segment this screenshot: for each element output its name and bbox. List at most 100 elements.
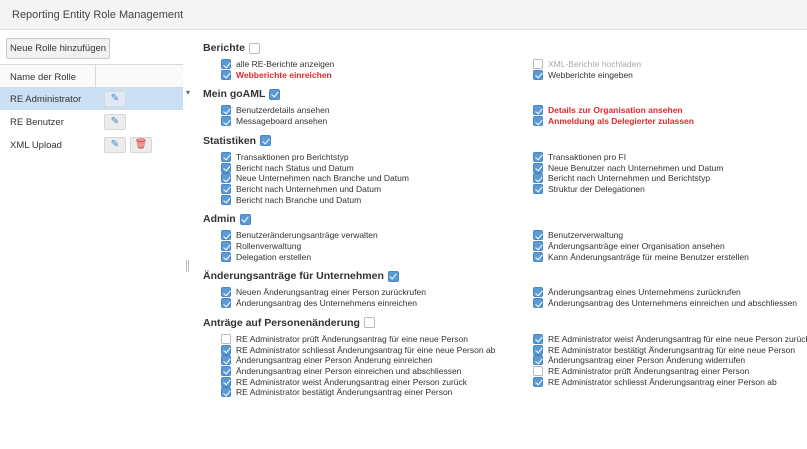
checked-checkbox[interactable] xyxy=(221,194,231,205)
unchecked-checkbox[interactable] xyxy=(221,333,231,344)
permission-item[interactable]: Neue Benutzer nach Unternehmen und Datum xyxy=(533,162,723,173)
checked-checkbox[interactable] xyxy=(533,183,543,194)
checked-checkbox[interactable] xyxy=(387,270,399,282)
permission-label: RE Administrator weist Änderungsantrag e… xyxy=(236,376,468,387)
checked-checkbox[interactable] xyxy=(533,241,543,251)
permission-item[interactable]: Bericht nach Unternehmen und Berichtstyp xyxy=(533,173,710,184)
checked-checkbox[interactable] xyxy=(533,116,543,127)
permission-item[interactable]: RE Administrator weist Änderungsantrag f… xyxy=(533,333,807,344)
permission-label: RE Administrator bestätigt Änderungsantr… xyxy=(548,344,796,355)
permission-item[interactable]: Transaktionen pro Berichtstyp xyxy=(221,151,349,162)
permission-item[interactable]: Änderungsantrag des Unternehmens einreic… xyxy=(533,298,797,309)
checked-checkbox[interactable] xyxy=(221,162,231,173)
permission-item[interactable]: Benutzerverwaltung xyxy=(533,230,624,241)
role-name-column-header: Name der Rolle xyxy=(10,72,76,83)
permission-item[interactable]: Transaktionen pro FI xyxy=(533,151,626,162)
permission-item[interactable]: RE Administrator prüft Änderungsantrag f… xyxy=(221,333,468,344)
permission-item[interactable]: Details zur Organisation ansehen xyxy=(533,105,683,116)
permission-item[interactable]: Struktur der Delegationen xyxy=(533,183,645,194)
role-row[interactable]: RE Administrator ✎ xyxy=(0,88,183,110)
checked-checkbox[interactable] xyxy=(221,151,231,162)
checked-checkbox[interactable] xyxy=(221,173,231,184)
checked-checkbox[interactable] xyxy=(221,69,231,80)
permission-item[interactable]: Änderungsantrag einer Person einreichen … xyxy=(221,365,461,376)
trash-icon[interactable]: 🗑 xyxy=(130,137,152,153)
checked-checkbox[interactable] xyxy=(221,105,231,116)
checked-checkbox[interactable] xyxy=(533,344,543,355)
permission-item[interactable]: RE Administrator schliesst Änderungsantr… xyxy=(533,376,777,387)
permission-item[interactable]: Neue Unternehmen nach Branche und Datum xyxy=(221,173,409,184)
add-role-button[interactable]: Neue Rolle hinzufügen xyxy=(6,38,110,59)
permission-item[interactable]: Webberichte eingeben xyxy=(533,69,633,80)
permission-item[interactable]: Bericht nach Branche und Datum xyxy=(221,194,361,205)
permission-item[interactable]: RE Administrator weist Änderungsantrag e… xyxy=(221,376,468,387)
checked-checkbox[interactable] xyxy=(221,251,231,262)
checked-checkbox[interactable] xyxy=(533,333,543,344)
edit-icon[interactable]: ✎ xyxy=(104,91,126,107)
permission-item[interactable]: RE Administrator schliesst Änderungsantr… xyxy=(221,344,495,355)
permission-label: Kann Änderungsanträge für meine Benutzer… xyxy=(548,251,749,262)
checked-checkbox[interactable] xyxy=(533,251,543,262)
unchecked-checkbox[interactable] xyxy=(363,317,375,329)
edit-icon[interactable]: ✎ xyxy=(104,137,126,153)
permission-item[interactable]: Änderungsantrag eines Unternehmens zurüc… xyxy=(533,287,741,298)
permission-item[interactable]: Kann Änderungsanträge für meine Benutzer… xyxy=(533,251,749,262)
permission-label: Struktur der Delegationen xyxy=(548,183,645,194)
checked-checkbox[interactable] xyxy=(221,59,231,69)
permission-item[interactable]: Bericht nach Status und Datum xyxy=(221,162,354,173)
permission-item[interactable]: Rollenverwaltung xyxy=(221,241,301,251)
checked-checkbox[interactable] xyxy=(221,287,231,298)
permission-item[interactable]: Benutzerdetails ansehen xyxy=(221,105,330,116)
checked-checkbox[interactable] xyxy=(221,183,231,194)
checked-checkbox[interactable] xyxy=(533,105,543,116)
permission-item[interactable]: Neuen Änderungsantrag einer Person zurüc… xyxy=(221,287,426,298)
checked-checkbox[interactable] xyxy=(221,241,231,251)
permission-item[interactable]: Änderungsanträge einer Organisation anse… xyxy=(533,241,725,251)
checked-checkbox[interactable] xyxy=(533,230,543,241)
permission-label: Benutzerverwaltung xyxy=(548,230,624,241)
permission-item[interactable]: Änderungsantrag einer Person Änderung ei… xyxy=(221,355,433,366)
permission-item[interactable]: Bericht nach Unternehmen und Datum xyxy=(221,183,382,194)
checked-checkbox[interactable] xyxy=(533,355,543,366)
unchecked-checkbox[interactable] xyxy=(249,42,261,54)
permission-item[interactable]: Benutzeränderungsanträge verwalten xyxy=(221,230,378,241)
checked-checkbox[interactable] xyxy=(221,230,231,241)
checked-checkbox[interactable] xyxy=(533,287,543,298)
checked-checkbox[interactable] xyxy=(221,376,231,387)
checked-checkbox[interactable] xyxy=(239,213,251,225)
checked-checkbox[interactable] xyxy=(533,298,543,309)
permission-label: Bericht nach Unternehmen und Datum xyxy=(236,183,382,194)
checked-checkbox[interactable] xyxy=(221,365,231,376)
permission-label: RE Administrator bestätigt Änderungsantr… xyxy=(236,387,453,398)
permission-item[interactable]: XML-Berichte hochladen xyxy=(533,59,641,69)
checked-checkbox[interactable] xyxy=(533,162,543,173)
checked-checkbox[interactable] xyxy=(533,151,543,162)
checked-checkbox[interactable] xyxy=(533,69,543,80)
checked-checkbox[interactable] xyxy=(260,135,272,147)
permission-item[interactable]: RE Administrator bestätigt Änderungsantr… xyxy=(221,387,453,398)
checked-checkbox[interactable] xyxy=(221,355,231,366)
checked-checkbox[interactable] xyxy=(221,116,231,127)
checked-checkbox[interactable] xyxy=(221,344,231,355)
unchecked-checkbox[interactable] xyxy=(533,59,543,69)
checked-checkbox[interactable] xyxy=(269,88,281,100)
permission-item[interactable]: Anmeldung als Delegierter zulassen xyxy=(533,116,694,127)
permission-item[interactable]: Änderungsantrag des Unternehmens einreic… xyxy=(221,298,417,309)
permission-item[interactable]: RE Administrator prüft Änderungsantrag e… xyxy=(533,365,749,376)
permission-item[interactable]: Webberichte einreichen xyxy=(221,69,332,80)
unchecked-checkbox[interactable] xyxy=(533,365,543,376)
role-row[interactable]: RE Benutzer ✎ xyxy=(0,111,183,133)
permission-item[interactable]: Messageboard ansehen xyxy=(221,116,327,127)
checked-checkbox[interactable] xyxy=(533,173,543,184)
checked-checkbox[interactable] xyxy=(533,376,543,387)
permission-label: Neuen Änderungsantrag einer Person zurüc… xyxy=(236,287,426,298)
permission-item[interactable]: Delegation erstellen xyxy=(221,251,311,262)
checked-checkbox[interactable] xyxy=(221,387,231,398)
permission-item[interactable]: alle RE-Berichte anzeigen xyxy=(221,59,334,69)
edit-icon[interactable]: ✎ xyxy=(104,114,126,130)
checked-checkbox[interactable] xyxy=(221,298,231,309)
role-row[interactable]: XML Upload ✎ 🗑 xyxy=(0,134,183,156)
panel-splitter-handle[interactable] xyxy=(186,260,189,272)
permission-item[interactable]: Änderungsantrag einer Person Änderung wi… xyxy=(533,355,745,366)
permission-item[interactable]: RE Administrator bestätigt Änderungsantr… xyxy=(533,344,796,355)
